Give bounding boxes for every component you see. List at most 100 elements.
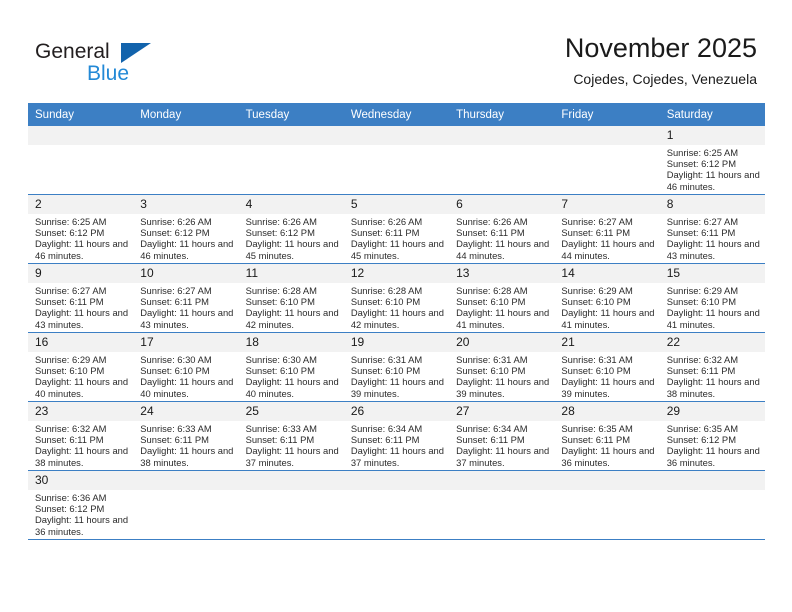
calendar-day-cell[interactable]: 4 Sunrise: 6:26 AM Sunset: 6:12 PM Daylight… <box>238 194 344 264</box>
sunset-text: Sunset: 6:10 PM <box>350 365 421 377</box>
calendar-week-row: 9 Sunrise: 6:27 AM Sunset: 6:11 PM Daylight… <box>28 263 765 333</box>
calendar-day-cell[interactable]: 20 Sunrise: 6:31 AM Sunset: 6:10 PM Dayligh… <box>449 332 555 402</box>
day-number: 29 <box>659 402 765 421</box>
daylight-text: Daylight: 11 hours and 41 minutes. <box>666 307 760 330</box>
daylight-text: Daylight: 11 hours and 36 minutes. <box>35 514 129 537</box>
general-blue-logo[interactable]: General Blue <box>35 40 205 90</box>
day-cell-inner: 10 Sunrise: 6:27 AM Sunset: 6:11 PM Dayligh… <box>133 264 239 332</box>
sunrise-sunset-calendar: Sunday Monday Tuesday Wednesday Thursday… <box>28 103 765 540</box>
day-details: Sunrise: 6:33 AM Sunset: 6:11 PM Daylight:… <box>239 421 344 468</box>
calendar-day-cell-empty <box>659 470 765 540</box>
calendar-day-cell[interactable]: 24 Sunrise: 6:33 AM Sunset: 6:11 PM Dayligh… <box>133 401 239 471</box>
sunrise-text: Sunrise: 6:30 AM <box>245 354 317 365</box>
day-cell-inner: 29 Sunrise: 6:35 AM Sunset: 6:12 PM Dayligh… <box>659 402 765 470</box>
sunset-text: Sunset: 6:11 PM <box>245 434 315 446</box>
calendar-week-row: 16 Sunrise: 6:29 AM Sunset: 6:10 PM Dayligh… <box>28 332 765 402</box>
sunset-text: Sunset: 6:11 PM <box>140 296 209 308</box>
day-details: Sunrise: 6:34 AM Sunset: 6:11 PM Daylight:… <box>344 421 449 468</box>
day-details: Sunrise: 6:28 AM Sunset: 6:10 PM Daylight:… <box>449 283 554 330</box>
calendar-day-cell-empty <box>28 126 134 195</box>
sunrise-text: Sunrise: 6:34 AM <box>350 423 423 434</box>
calendar-day-cell-empty <box>449 470 555 540</box>
day-number: 12 <box>343 264 450 283</box>
calendar-day-cell[interactable]: 11 Sunrise: 6:28 AM Sunset: 6:10 PM Dayligh… <box>238 263 344 333</box>
daylight-text: Daylight: 11 hours and 45 minutes. <box>350 238 444 261</box>
day-details: Sunrise: 6:26 AM Sunset: 6:12 PM Daylight:… <box>133 214 238 261</box>
calendar-day-cell[interactable]: 14 Sunrise: 6:29 AM Sunset: 6:10 PM Dayligh… <box>554 263 660 333</box>
day-details: Sunrise: 6:32 AM Sunset: 6:11 PM Daylight:… <box>28 421 133 468</box>
day-number: 16 <box>28 333 134 352</box>
daylight-text: Daylight: 11 hours and 42 minutes. <box>350 307 444 330</box>
calendar-day-cell[interactable]: 21 Sunrise: 6:31 AM Sunset: 6:10 PM Dayligh… <box>554 332 660 402</box>
calendar-day-cell[interactable]: 12 Sunrise: 6:28 AM Sunset: 6:10 PM Dayligh… <box>343 263 450 333</box>
flag-triangle-icon <box>121 43 151 63</box>
daylight-text: Daylight: 11 hours and 36 minutes. <box>666 445 760 468</box>
weekday-header-monday: Monday <box>133 103 239 126</box>
day-cell-inner: 22 Sunrise: 6:32 AM Sunset: 6:11 PM Dayligh… <box>659 333 765 401</box>
calendar-day-cell[interactable]: 25 Sunrise: 6:33 AM Sunset: 6:11 PM Dayligh… <box>238 401 344 471</box>
sunrise-text: Sunrise: 6:26 AM <box>456 216 528 227</box>
calendar-day-cell[interactable]: 18 Sunrise: 6:30 AM Sunset: 6:10 PM Dayligh… <box>238 332 344 402</box>
weekday-header-sunday: Sunday <box>28 103 134 126</box>
calendar-day-cell[interactable]: 6 Sunrise: 6:26 AM Sunset: 6:11 PM Daylight… <box>449 194 555 264</box>
calendar-day-cell[interactable]: 10 Sunrise: 6:27 AM Sunset: 6:11 PM Dayligh… <box>133 263 239 333</box>
calendar-day-cell[interactable]: 19 Sunrise: 6:31 AM Sunset: 6:10 PM Dayligh… <box>343 332 450 402</box>
calendar-day-cell[interactable]: 1 Sunrise: 6:25 AM Sunset: 6:12 PM Daylight… <box>659 126 765 195</box>
sunset-text: Sunset: 6:11 PM <box>456 227 525 239</box>
calendar-day-cell[interactable]: 7 Sunrise: 6:27 AM Sunset: 6:11 PM Daylight… <box>554 194 660 264</box>
calendar-day-cell-empty <box>554 126 660 195</box>
calendar-day-cell[interactable]: 26 Sunrise: 6:34 AM Sunset: 6:11 PM Dayligh… <box>343 401 450 471</box>
calendar-day-cell[interactable]: 2 Sunrise: 6:25 AM Sunset: 6:12 PM Daylight… <box>28 194 134 264</box>
sunrise-text: Sunrise: 6:27 AM <box>561 216 633 227</box>
day-number <box>343 126 450 145</box>
calendar-day-cell[interactable]: 28 Sunrise: 6:35 AM Sunset: 6:11 PM Dayligh… <box>554 401 660 471</box>
day-number <box>28 126 134 145</box>
calendar-day-cell[interactable]: 9 Sunrise: 6:27 AM Sunset: 6:11 PM Daylight… <box>28 263 134 333</box>
calendar-day-cell[interactable]: 3 Sunrise: 6:26 AM Sunset: 6:12 PM Daylight… <box>133 194 239 264</box>
sunrise-text: Sunrise: 6:36 AM <box>35 492 107 503</box>
calendar-day-cell[interactable]: 5 Sunrise: 6:26 AM Sunset: 6:11 PM Daylight… <box>343 194 450 264</box>
day-cell-inner: 20 Sunrise: 6:31 AM Sunset: 6:10 PM Dayligh… <box>449 333 555 401</box>
calendar-day-cell[interactable]: 16 Sunrise: 6:29 AM Sunset: 6:10 PM Dayligh… <box>28 332 134 402</box>
calendar-day-cell[interactable]: 13 Sunrise: 6:28 AM Sunset: 6:10 PM Dayligh… <box>449 263 555 333</box>
day-details: Sunrise: 6:25 AM Sunset: 6:12 PM Daylight:… <box>28 214 133 261</box>
daylight-text: Daylight: 11 hours and 38 minutes. <box>140 445 234 468</box>
daylight-text: Daylight: 11 hours and 38 minutes. <box>666 376 760 399</box>
day-number: 6 <box>449 195 555 214</box>
calendar-day-cell[interactable]: 15 Sunrise: 6:29 AM Sunset: 6:10 PM Dayligh… <box>659 263 765 333</box>
sunset-text: Sunset: 6:11 PM <box>666 227 736 239</box>
day-details: Sunrise: 6:29 AM Sunset: 6:10 PM Daylight:… <box>554 283 659 330</box>
day-details: Sunrise: 6:31 AM Sunset: 6:10 PM Daylight:… <box>554 352 659 399</box>
calendar-day-cell-empty <box>133 470 239 540</box>
sunrise-text: Sunrise: 6:26 AM <box>245 216 317 227</box>
calendar-day-cell[interactable]: 23 Sunrise: 6:32 AM Sunset: 6:11 PM Dayligh… <box>28 401 134 471</box>
calendar-day-cell[interactable]: 8 Sunrise: 6:27 AM Sunset: 6:11 PM Daylight… <box>659 194 765 264</box>
sunrise-text: Sunrise: 6:30 AM <box>140 354 212 365</box>
calendar-body: 1 Sunrise: 6:25 AM Sunset: 6:12 PM Daylight… <box>28 126 765 540</box>
day-cell-inner: 17 Sunrise: 6:30 AM Sunset: 6:10 PM Dayligh… <box>133 333 239 401</box>
day-number <box>133 471 239 490</box>
calendar-week-row: 23 Sunrise: 6:32 AM Sunset: 6:11 PM Dayligh… <box>28 401 765 471</box>
day-number: 15 <box>659 264 765 283</box>
sunset-text: Sunset: 6:11 PM <box>350 227 420 239</box>
day-number <box>133 126 239 145</box>
calendar-day-cell[interactable]: 30 Sunrise: 6:36 AM Sunset: 6:12 PM Dayligh… <box>28 470 134 540</box>
page-header: General Blue November 2025 Cojedes, Coje… <box>0 0 792 103</box>
day-number: 14 <box>554 264 660 283</box>
day-number: 20 <box>449 333 555 352</box>
calendar-day-cell[interactable]: 17 Sunrise: 6:30 AM Sunset: 6:10 PM Dayligh… <box>133 332 239 402</box>
day-number: 30 <box>28 471 134 490</box>
day-cell-inner: 8 Sunrise: 6:27 AM Sunset: 6:11 PM Daylight… <box>659 195 765 263</box>
sunset-text: Sunset: 6:12 PM <box>35 503 105 515</box>
daylight-text: Daylight: 11 hours and 39 minutes. <box>350 376 444 399</box>
calendar-day-cell[interactable]: 27 Sunrise: 6:34 AM Sunset: 6:11 PM Dayligh… <box>449 401 555 471</box>
sunrise-text: Sunrise: 6:33 AM <box>245 423 317 434</box>
calendar-day-cell[interactable]: 22 Sunrise: 6:32 AM Sunset: 6:11 PM Dayligh… <box>659 332 765 402</box>
day-number <box>659 471 765 490</box>
day-number: 9 <box>28 264 134 283</box>
calendar-day-cell[interactable]: 29 Sunrise: 6:35 AM Sunset: 6:12 PM Dayligh… <box>659 401 765 471</box>
day-cell-inner: 1 Sunrise: 6:25 AM Sunset: 6:12 PM Daylight… <box>659 126 765 194</box>
daylight-text: Daylight: 11 hours and 36 minutes. <box>561 445 655 468</box>
day-details: Sunrise: 6:36 AM Sunset: 6:12 PM Daylight:… <box>28 490 133 537</box>
calendar-day-cell-empty <box>238 470 344 540</box>
